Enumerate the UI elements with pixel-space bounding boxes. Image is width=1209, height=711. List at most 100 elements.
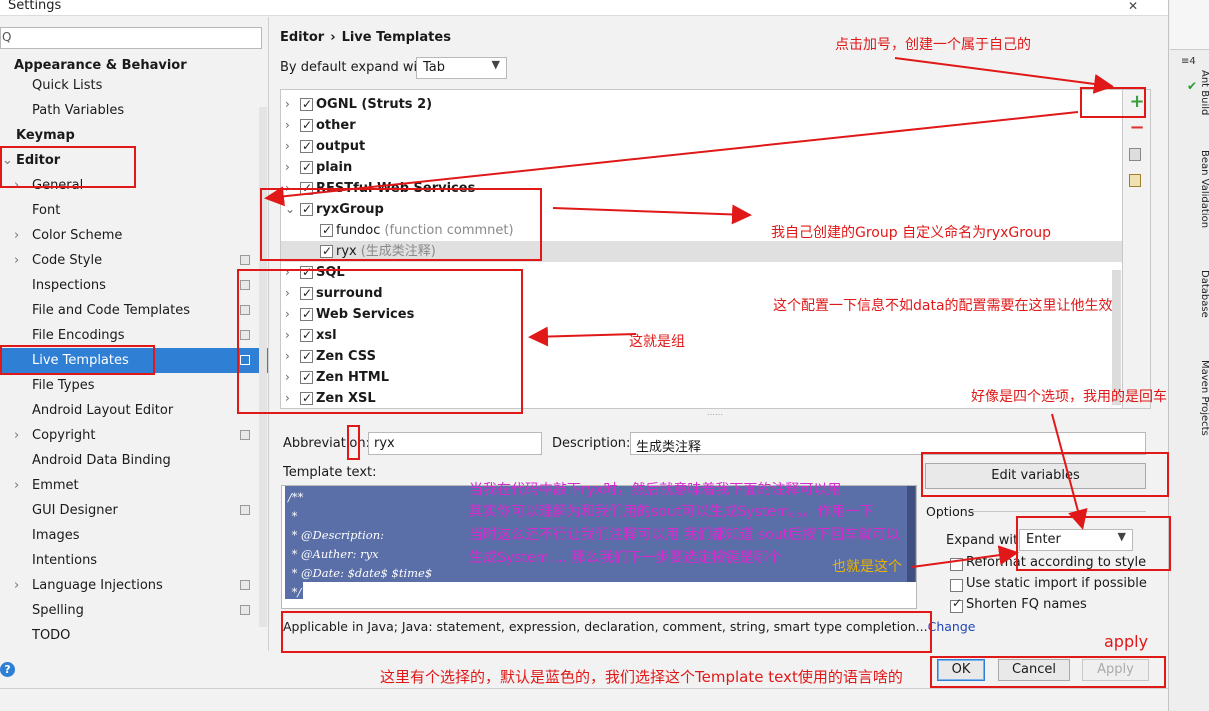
- chevron-right-icon[interactable]: ›: [14, 473, 19, 498]
- sidebar-item-label: Spelling: [32, 603, 84, 618]
- template-name-text: output: [316, 139, 366, 154]
- note-apply: apply: [1104, 632, 1149, 651]
- copy-icon[interactable]: [1129, 148, 1141, 161]
- sidebar-item-label: Intentions: [32, 553, 98, 568]
- sidebar-item-color-scheme[interactable]: › Color Scheme: [0, 223, 268, 248]
- breadcrumb-separator: ›: [330, 30, 336, 45]
- template-checkbox[interactable]: [300, 136, 313, 157]
- status-bar: [0, 688, 1209, 711]
- sidebar-item-emmet[interactable]: › Emmet: [0, 473, 268, 498]
- check-icon: ✔: [1187, 79, 1198, 93]
- shorten-fq-label: Shorten FQ names: [966, 597, 1087, 612]
- note-bottom-hint: 这里有个选择的，默认是蓝色的，我们选择这个Template text使用的语言啥…: [380, 668, 903, 686]
- static-import-label: Use static import if possible: [966, 576, 1147, 591]
- template-text-line: * @Description:: [288, 528, 384, 542]
- options-label: Options: [926, 504, 975, 519]
- sidebar-item-file-and-code-templates[interactable]: File and Code Templates: [0, 298, 268, 323]
- sidebar-item-spelling[interactable]: Spelling: [0, 598, 268, 623]
- template-text-line: *: [288, 509, 298, 523]
- sidebar-item-gui-designer[interactable]: GUI Designer: [0, 498, 268, 523]
- note-group-hint: 我自己创建的Group 自定义命名为ryxGroup: [771, 225, 1052, 241]
- chevron-right-icon[interactable]: ›: [14, 423, 19, 448]
- template-name: other: [316, 115, 356, 136]
- sidebar-item-language-injections[interactable]: › Language Injections: [0, 573, 268, 598]
- sidebar-item-todo[interactable]: TODO: [0, 623, 268, 648]
- chevron-right-icon[interactable]: ›: [14, 223, 19, 248]
- tool-tab-ant-build[interactable]: Ant Build: [1199, 70, 1209, 115]
- tool-tab-maven-projects[interactable]: Maven Projects: [1199, 360, 1209, 436]
- annotation-box-editor: [0, 146, 136, 188]
- sidebar-item-label: Keymap: [16, 128, 75, 143]
- sidebar-item-label: Path Variables: [32, 103, 125, 118]
- sidebar-item-images[interactable]: Images: [0, 523, 268, 548]
- sidebar-item-file-types[interactable]: File Types: [0, 373, 268, 398]
- help-icon[interactable]: ?: [0, 662, 15, 677]
- sidebar-item-label: GUI Designer: [32, 503, 118, 518]
- close-icon[interactable]: ✕: [1118, 0, 1148, 13]
- sidebar-item-label: TODO: [32, 628, 71, 643]
- tool-tab-bean-validation[interactable]: Bean Validation: [1199, 150, 1209, 228]
- note-add-hint: 点击加号，创建一个属于自己的: [835, 37, 1031, 53]
- splitter-handle[interactable]: ⋯⋯: [707, 410, 723, 419]
- sidebar-item-label: Font: [32, 203, 61, 218]
- annotation-box-edit-variables: [921, 452, 1169, 497]
- project-settings-icon: [240, 580, 250, 590]
- chevron-right-icon[interactable]: ›: [14, 248, 19, 273]
- default-expand-label: By default expand with: [280, 60, 431, 75]
- remove-icon[interactable]: −: [1129, 119, 1145, 137]
- template-checkbox[interactable]: [300, 157, 313, 178]
- template-tree-row[interactable]: › other: [281, 115, 1122, 136]
- template-checkbox[interactable]: [300, 115, 313, 136]
- annotation-box-groups: [237, 269, 523, 414]
- template-text-scrollbar[interactable]: [907, 486, 915, 582]
- note-explain-4: 生成System.... 那么我们下一步要选定按键是哪个: [469, 550, 782, 566]
- static-import-checkbox[interactable]: [950, 579, 963, 592]
- search-input[interactable]: Q: [0, 27, 262, 49]
- sidebar-item-inspections[interactable]: Inspections: [0, 273, 268, 298]
- annotation-box-buttons: [930, 656, 1166, 688]
- sidebar-item-label: Quick Lists: [32, 78, 103, 93]
- template-tree-row[interactable]: › output: [281, 136, 1122, 157]
- sidebar-item-android-layout-editor[interactable]: Android Layout Editor: [0, 398, 268, 423]
- chevron-right-icon[interactable]: ›: [14, 573, 19, 598]
- chevron-right-icon[interactable]: ›: [285, 94, 290, 115]
- sidebar-item-font[interactable]: Font: [0, 198, 268, 223]
- sidebar-item-label: Android Data Binding: [32, 453, 171, 468]
- chevron-right-icon[interactable]: ›: [285, 157, 290, 178]
- note-explain-1: 当我在代码中敲下ryx时，然后就意味着我下面的注释可以用: [469, 482, 842, 498]
- template-tree-row[interactable]: › plain: [281, 157, 1122, 178]
- sidebar-item-label: File Types: [32, 378, 95, 393]
- annotation-box-expand-with: [1016, 516, 1171, 571]
- change-context-link[interactable]: Change: [928, 619, 976, 634]
- template-group-icon[interactable]: [1129, 174, 1141, 187]
- sidebar-item-copyright[interactable]: › Copyright: [0, 423, 268, 448]
- note-explain-3: 当时这么还不行让我们注释可以用 我们都知道 sout后按下回车就可以: [469, 527, 901, 543]
- tool-tab-database[interactable]: Database: [1199, 270, 1209, 318]
- tree-toolbar: + −: [1123, 89, 1151, 409]
- template-name-text: other: [316, 118, 356, 133]
- breadcrumb-editor[interactable]: Editor: [280, 30, 324, 45]
- template-checkbox[interactable]: [300, 94, 313, 115]
- sidebar-item-path-variables[interactable]: Path Variables: [0, 98, 268, 123]
- sidebar-item-keymap[interactable]: Keymap: [0, 123, 268, 148]
- chevron-right-icon[interactable]: ›: [285, 115, 290, 136]
- abbreviation-input[interactable]: ryx: [368, 432, 542, 455]
- sidebar-item-android-data-binding[interactable]: Android Data Binding: [0, 448, 268, 473]
- annotation-box-abbreviation: [347, 425, 360, 460]
- annotation-box-live-templates: [0, 345, 155, 375]
- chevron-down-icon: ▼: [491, 58, 500, 71]
- template-name: plain: [316, 157, 352, 178]
- sidebar-item-label: Language Injections: [32, 578, 163, 593]
- note-group-word: 这就是组: [629, 334, 685, 350]
- tree-scrollbar[interactable]: [1112, 270, 1121, 405]
- default-expand-select[interactable]: Tab ▼: [416, 57, 507, 79]
- breadcrumb: Editor › Live Templates: [280, 30, 457, 45]
- reformat-checkbox[interactable]: [950, 558, 963, 571]
- sidebar-item-code-style[interactable]: › Code Style: [0, 248, 268, 273]
- chevron-right-icon[interactable]: ›: [285, 136, 290, 157]
- shorten-fq-checkbox[interactable]: [950, 596, 963, 613]
- sidebar-item-intentions[interactable]: Intentions: [0, 548, 268, 573]
- sidebar-item-label: File and Code Templates: [32, 303, 190, 318]
- template-tree-row[interactable]: › OGNL (Struts 2): [281, 94, 1122, 115]
- sidebar-item-quick-lists[interactable]: Quick Lists: [0, 73, 268, 98]
